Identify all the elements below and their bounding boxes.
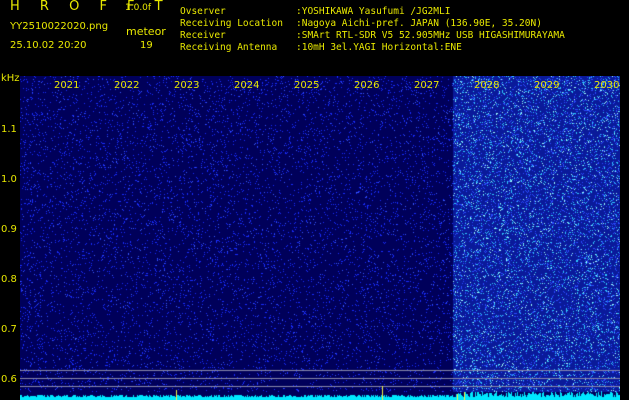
x-tick-label: 2030 bbox=[594, 80, 620, 91]
x-tick-label: 2028 bbox=[474, 80, 500, 91]
x-tick-label: 2025 bbox=[294, 80, 320, 91]
y-tick-label: 0.8 bbox=[1, 274, 17, 285]
capture-datetime: 25.10.02 20:20 bbox=[10, 40, 87, 51]
x-tick-label: 2022 bbox=[114, 80, 140, 91]
spectrogram-plot bbox=[20, 76, 620, 400]
observer-value: :YOSHIKAWA Yasufumi /JG2MLI bbox=[296, 6, 451, 17]
hroft-spectrogram-window: H R O F F T 1.0.0f YY2510022020.png 25.1… bbox=[0, 0, 629, 400]
y-tick-label: 0.6 bbox=[1, 374, 17, 385]
observer-label: Ovserver bbox=[180, 6, 226, 17]
y-tick-label: 1.1 bbox=[1, 124, 17, 135]
location-label: Receiving Location bbox=[180, 18, 283, 29]
x-tick-label: 2024 bbox=[234, 80, 260, 91]
receiver-label: Receiver bbox=[180, 30, 226, 41]
location-value: :Nagoya Aichi-pref. JAPAN (136.90E, 35.2… bbox=[296, 18, 542, 29]
x-tick-label: 2029 bbox=[534, 80, 560, 91]
event-count: 19 bbox=[140, 40, 153, 51]
x-tick-label: 2027 bbox=[414, 80, 440, 91]
x-tick-label: 2026 bbox=[354, 80, 380, 91]
y-axis-unit: kHz bbox=[1, 73, 20, 84]
y-tick-label: 0.9 bbox=[1, 224, 17, 235]
antenna-value: :10mH 3el.YAGI Horizontal:ENE bbox=[296, 42, 462, 53]
x-tick-label: 2023 bbox=[174, 80, 200, 91]
app-version: 1.0.0f bbox=[125, 3, 152, 13]
receiver-value: :SMArt RTL-SDR V5 52.905MHz USB HIGASHIM… bbox=[296, 30, 565, 41]
image-filename: YY2510022020.png bbox=[10, 21, 109, 32]
spectrogram-canvas bbox=[20, 76, 620, 400]
y-tick-label: 1.0 bbox=[1, 174, 17, 185]
x-tick-label: 2021 bbox=[54, 80, 80, 91]
event-type: meteor bbox=[126, 25, 166, 38]
antenna-label: Receiving Antenna bbox=[180, 42, 278, 53]
y-tick-label: 0.7 bbox=[1, 324, 17, 335]
